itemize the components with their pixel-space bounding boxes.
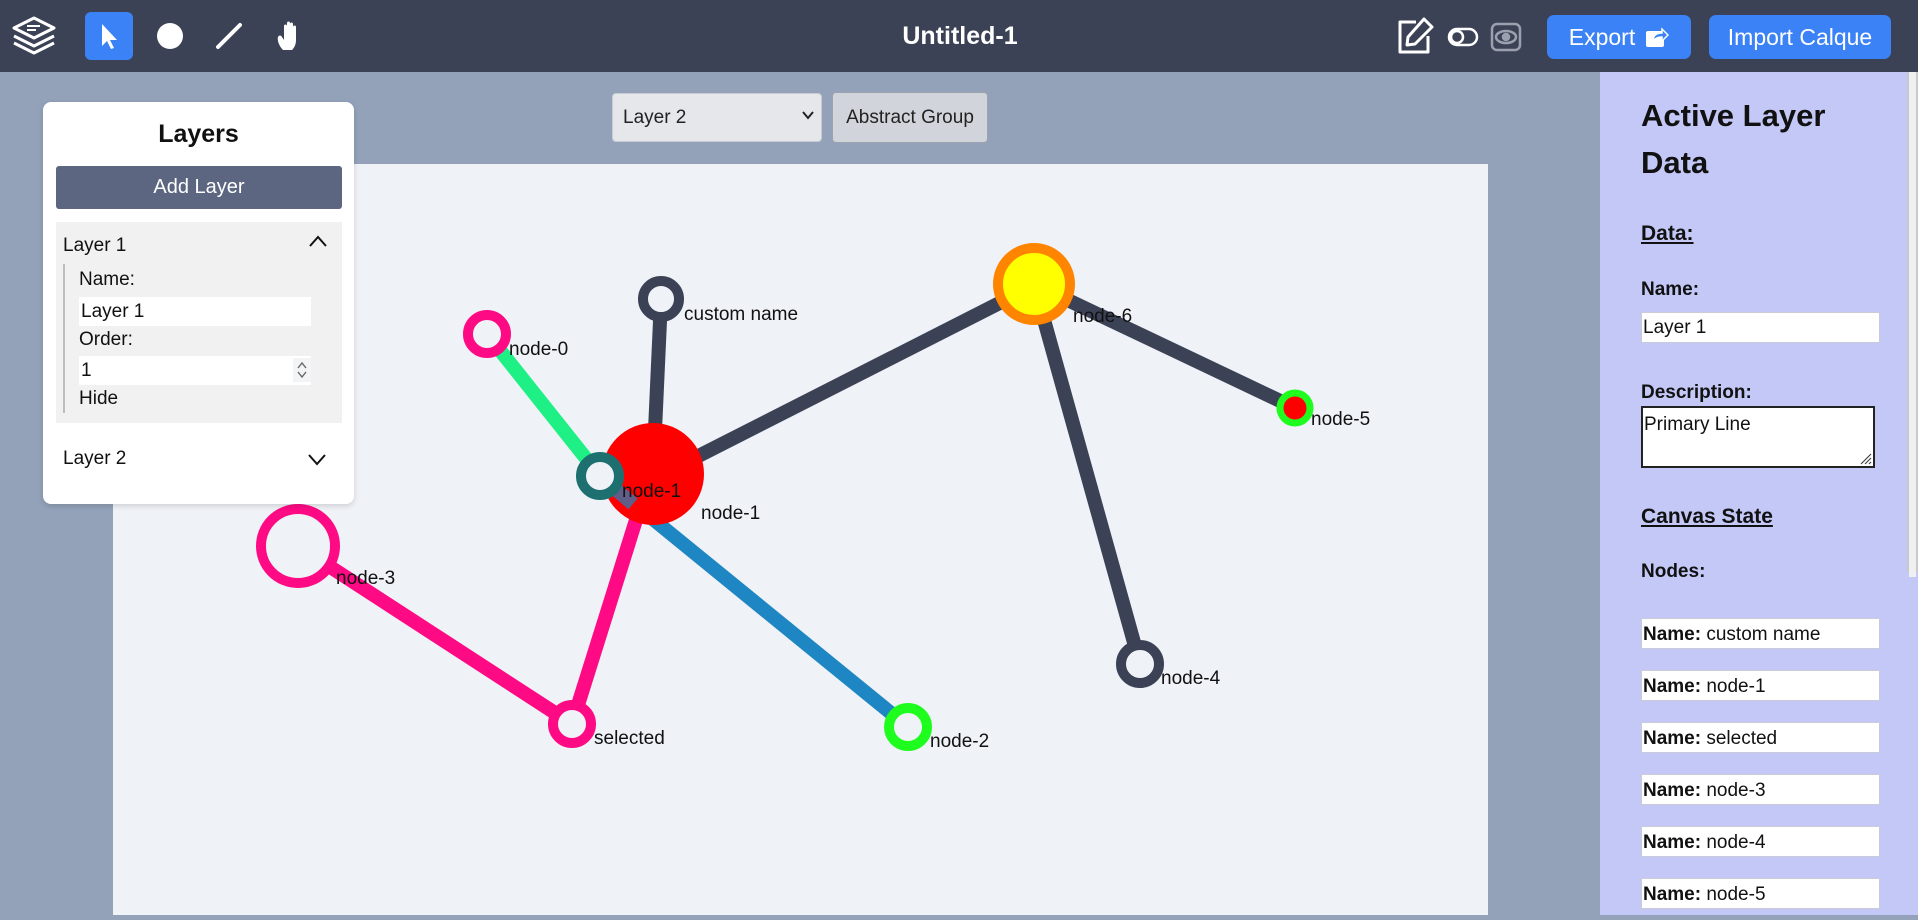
active-layer-panel: Active Layer Data Data: Name: Layer 1 De… [1600, 72, 1918, 915]
node-entry-value: selected [1706, 728, 1778, 749]
node-custom-name[interactable] [638, 276, 684, 322]
resize-grip-icon[interactable] [1858, 451, 1872, 465]
chevron-down-icon[interactable] [307, 452, 327, 466]
description-textarea[interactable]: Primary Line [1641, 406, 1875, 468]
cursor-arrow-icon [102, 24, 117, 49]
node-entry[interactable]: Name: node-1 [1641, 670, 1880, 701]
node-entry[interactable]: Name: node-4 [1641, 826, 1880, 857]
label-node-3: node-3 [336, 568, 395, 589]
label-node-5: node-5 [1311, 409, 1370, 430]
node-entry-key: Name: [1643, 728, 1702, 749]
label-node-1-small: node-1 [622, 481, 681, 502]
layer-item-1: Layer 1 Name: Layer 1 Order: 1 Hide [56, 222, 342, 423]
export-label: Export [1568, 23, 1636, 50]
edge-tool-button[interactable] [205, 12, 253, 60]
description-label: Description: [1641, 382, 1752, 403]
node-entry-key: Name: [1643, 624, 1702, 645]
node-entry-key: Name: [1643, 832, 1702, 853]
layer-1-details: Name: Layer 1 Order: 1 Hide [63, 264, 331, 413]
export-button[interactable]: Export [1547, 15, 1691, 59]
layers-panel-title: Layers [158, 120, 239, 148]
edit-icon[interactable] [1394, 16, 1436, 61]
edge-node1-selected[interactable] [565, 501, 648, 727]
label-custom-name: custom name [684, 304, 798, 325]
node-entry[interactable]: Name: selected [1641, 722, 1880, 753]
node-2[interactable] [884, 703, 932, 751]
line-icon [216, 23, 242, 49]
node-3[interactable] [256, 504, 340, 588]
layer-select-value: Layer 2 [623, 107, 687, 128]
node-entry-key: Name: [1643, 676, 1702, 697]
node-5[interactable] [1276, 389, 1314, 427]
stepper-arrows-icon[interactable] [293, 358, 311, 382]
layer-item-label[interactable]: Layer 1 [63, 235, 126, 257]
chevron-down-icon [802, 111, 814, 120]
chevron-up-icon[interactable] [308, 234, 328, 248]
preview-eye-icon[interactable] [1490, 22, 1522, 57]
layer-name-field[interactable]: Layer 1 [1641, 312, 1880, 343]
panel-scrollbar[interactable] [1907, 72, 1918, 577]
node-entry-key: Name: [1643, 884, 1702, 905]
node-entry[interactable]: Name: node-3 [1641, 774, 1880, 805]
layer-name-label: Name: [79, 269, 135, 290]
node-entry-value: node-5 [1706, 884, 1766, 905]
node-entry[interactable]: Name: custom name [1641, 618, 1880, 649]
node-4[interactable] [1116, 640, 1164, 688]
layer-select[interactable]: Layer 2 [612, 93, 822, 142]
layer-order-input[interactable]: 1 [79, 356, 311, 385]
hand-icon [277, 21, 296, 50]
description-value: Primary Line [1644, 414, 1751, 435]
nodes-label: Nodes: [1641, 561, 1706, 582]
name-label: Name: [1641, 279, 1700, 300]
edge-node6-node4[interactable] [1027, 282, 1147, 666]
scrollbar-thumb[interactable] [1909, 72, 1916, 577]
abstract-group-button[interactable]: Abstract Group [832, 92, 988, 143]
label-node-6: node-6 [1073, 306, 1132, 327]
share-icon [1646, 27, 1670, 47]
layers-panel: Layers Add Layer Layer 1 Name: Layer 1 O… [43, 102, 354, 504]
label-node-1-large: node-1 [701, 503, 760, 524]
layers-logo-icon[interactable] [10, 12, 58, 60]
document-title: Untitled-1 [902, 22, 1018, 50]
node-6[interactable] [993, 243, 1075, 325]
node-0[interactable] [463, 310, 511, 358]
layer-item-2[interactable]: Layer 2 [63, 448, 126, 470]
active-layer-title: Active Layer Data [1641, 98, 1826, 180]
node-entry[interactable]: Name: node-5 [1641, 878, 1880, 909]
add-layer-button[interactable]: Add Layer [56, 166, 342, 209]
data-heading: Data: [1641, 222, 1694, 245]
node-1-small[interactable] [576, 452, 624, 500]
canvas-state-heading: Canvas State [1641, 505, 1773, 528]
layer-name-input[interactable]: Layer 1 [79, 297, 311, 326]
select-tool-button[interactable] [85, 12, 133, 60]
label-node-2: node-2 [930, 731, 989, 752]
node-entry-value: node-1 [1706, 676, 1766, 697]
edge-node6-node5[interactable] [1030, 277, 1299, 415]
node-entry-value: custom name [1706, 624, 1821, 645]
node-entry-key: Name: [1643, 780, 1702, 801]
label-node-0: node-0 [509, 339, 568, 360]
pan-tool-button[interactable] [266, 12, 314, 60]
top-toolbar: Untitled-1 Export Import Calque [0, 0, 1918, 72]
node-entry-value: node-4 [1706, 832, 1766, 853]
layer-order-label: Order: [79, 329, 133, 350]
layer-order-value: 1 [81, 360, 92, 381]
node-selected[interactable] [548, 700, 596, 748]
label-selected: selected [594, 728, 665, 749]
import-calque-button[interactable]: Import Calque [1709, 15, 1891, 59]
label-node-4: node-4 [1161, 668, 1221, 689]
circle-icon [157, 23, 183, 49]
layer-hide-toggle[interactable]: Hide [79, 388, 118, 410]
node-tool-button[interactable] [146, 12, 194, 60]
node-entry-value: node-3 [1706, 780, 1766, 801]
toggle-icon[interactable] [1447, 26, 1479, 53]
